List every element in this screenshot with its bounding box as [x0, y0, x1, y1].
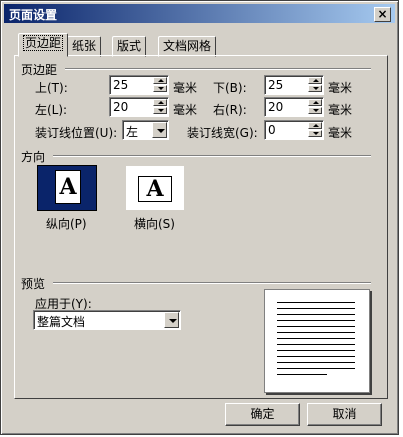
apply-to-select[interactable]: 整篇文档 — [33, 310, 181, 330]
preview-line — [277, 374, 327, 375]
preview-group-label: 预览 — [21, 277, 46, 291]
spin-down-button[interactable] — [153, 85, 167, 92]
page-setup-dialog: 页面设置 × 页边距 纸张 版式 文档网格 页边距 上(T): 25 毫米 下(… — [0, 0, 399, 435]
preview-line — [277, 344, 355, 345]
tab-label: 版式 — [117, 39, 142, 53]
gutter-width-spinner[interactable]: 0 — [264, 120, 324, 140]
landscape-option[interactable]: A — [125, 165, 185, 211]
spin-down-button[interactable] — [308, 130, 322, 137]
bottom-margin-unit: 毫米 — [328, 81, 353, 95]
spin-down-button[interactable] — [308, 107, 322, 114]
right-margin-spinner[interactable]: 20 — [264, 97, 324, 117]
close-button[interactable]: × — [374, 7, 391, 22]
spin-up-button[interactable] — [153, 77, 167, 84]
apply-to-value: 整篇文档 — [37, 315, 86, 329]
divider — [53, 282, 371, 284]
spin-up-button[interactable] — [308, 122, 322, 129]
preview-line — [277, 314, 355, 315]
margins-group-label: 页边距 — [21, 63, 58, 77]
left-margin-unit: 毫米 — [173, 103, 198, 117]
preview-line — [277, 356, 355, 357]
chevron-down-icon — [169, 319, 177, 323]
close-icon: × — [377, 7, 388, 21]
bottom-margin-value[interactable]: 25 — [268, 78, 283, 92]
spin-up-button[interactable] — [308, 77, 322, 84]
arrow-up-icon — [313, 79, 319, 82]
top-margin-unit: 毫米 — [173, 81, 198, 95]
ok-button[interactable]: 确定 — [225, 403, 300, 426]
right-margin-label: 右(R): — [213, 103, 247, 117]
arrow-down-icon — [158, 109, 164, 112]
bottom-margin-label: 下(B): — [213, 81, 247, 95]
right-margin-value[interactable]: 20 — [268, 100, 283, 114]
letter-a-icon: A — [59, 174, 77, 200]
arrow-down-icon — [313, 132, 319, 135]
gutter-width-unit: 毫米 — [328, 126, 353, 140]
spin-up-button[interactable] — [153, 99, 167, 106]
preview-line — [277, 320, 355, 321]
bottom-margin-spinner[interactable]: 25 — [264, 75, 324, 95]
tab-document-grid[interactable]: 文档网格 — [158, 36, 217, 57]
divider — [65, 68, 371, 70]
arrow-up-icon — [313, 101, 319, 104]
preview-line — [277, 338, 355, 339]
portrait-option[interactable]: A — [37, 165, 97, 211]
arrow-down-icon — [313, 109, 319, 112]
arrow-up-icon — [158, 101, 164, 104]
landscape-page-icon: A — [138, 176, 172, 202]
preview-line — [277, 302, 355, 303]
divider — [53, 155, 371, 157]
spin-up-button[interactable] — [308, 99, 322, 106]
spin-down-button[interactable] — [153, 107, 167, 114]
preview-line — [277, 350, 355, 351]
tab-paper[interactable]: 纸张 — [67, 36, 102, 57]
top-margin-label: 上(T): — [35, 81, 68, 95]
left-margin-value[interactable]: 20 — [113, 100, 128, 114]
arrow-down-icon — [313, 87, 319, 90]
dropdown-button[interactable] — [164, 312, 179, 328]
portrait-page-icon: A — [55, 170, 81, 204]
letter-a-icon: A — [146, 176, 164, 202]
right-margin-unit: 毫米 — [328, 103, 353, 117]
left-margin-label: 左(L): — [35, 103, 68, 117]
gutter-position-select[interactable]: 左 — [122, 120, 169, 140]
orientation-group-label: 方向 — [21, 150, 46, 164]
chevron-down-icon — [157, 129, 165, 133]
tab-label: 文档网格 — [163, 39, 212, 53]
landscape-label[interactable]: 横向(S) — [134, 215, 175, 232]
preview-line — [277, 362, 355, 363]
title-bar[interactable]: 页面设置 × — [4, 4, 395, 23]
gutter-position-label: 装订线位置(U): — [35, 126, 118, 140]
preview-line — [277, 326, 355, 327]
arrow-up-icon — [158, 79, 164, 82]
portrait-label[interactable]: 纵向(P) — [46, 215, 87, 232]
tab-margins[interactable]: 页边距 — [18, 33, 69, 57]
top-margin-spinner[interactable]: 25 — [109, 75, 169, 95]
arrow-down-icon — [158, 87, 164, 90]
gutter-position-value: 左 — [126, 125, 139, 139]
preview-line — [277, 308, 355, 309]
spin-down-button[interactable] — [308, 85, 322, 92]
preview-line — [277, 368, 355, 369]
gutter-width-label: 装订线宽(G): — [187, 126, 258, 140]
top-margin-value[interactable]: 25 — [113, 78, 128, 92]
gutter-width-value[interactable]: 0 — [268, 123, 276, 137]
tab-label: 纸张 — [72, 39, 97, 53]
preview-line — [277, 332, 355, 333]
cancel-button[interactable]: 取消 — [307, 403, 382, 426]
tab-layout[interactable]: 版式 — [112, 36, 147, 57]
left-margin-spinner[interactable]: 20 — [109, 97, 169, 117]
dialog-title: 页面设置 — [9, 8, 58, 22]
dropdown-button[interactable] — [152, 122, 167, 138]
arrow-up-icon — [313, 124, 319, 127]
tab-label: 页边距 — [23, 35, 64, 51]
page-preview — [264, 289, 370, 393]
